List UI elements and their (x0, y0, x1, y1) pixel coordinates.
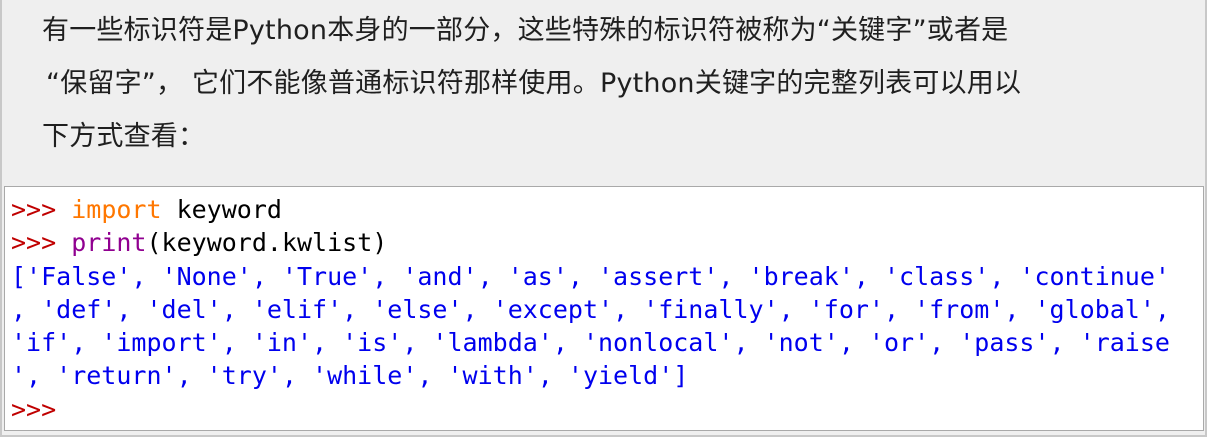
shell-output-line: 'if', 'import', 'in', 'is', 'lambda', 'n… (11, 328, 1170, 358)
shell-output-line: ['False', 'None', 'True', 'and', 'as', '… (11, 261, 1170, 291)
shell-output-line: ', 'return', 'try', 'while', 'with', 'yi… (11, 361, 689, 391)
shell-prompt: >>> (11, 228, 57, 258)
intro-line-2: “保留字”， 它们不能像普通标识符那样使用。Python关键字的完整列表可以用以 (46, 68, 1022, 99)
shell-prompt: >>> (11, 394, 57, 424)
intro-line-1: 有一些标识符是Python本身的一部分，这些特殊的标识符被称为“关键字”或者是 (42, 15, 1009, 46)
intro-paragraph: 有一些标识符是Python本身的一部分，这些特殊的标识符被称为“关键字”或者是 … (42, 4, 1192, 163)
python-shell-window[interactable]: >>> import keyword >>> print(keyword.kwl… (4, 186, 1204, 431)
document-page: 有一些标识符是Python本身的一部分，这些特殊的标识符被称为“关键字”或者是 … (0, 0, 1207, 437)
shell-prompt: >>> (11, 195, 57, 224)
shell-input-line-1: >>> import keyword (11, 193, 1203, 226)
import-keyword: import (71, 195, 162, 224)
shell-input-line-2: >>> print(keyword.kwlist) (11, 226, 1203, 259)
shell-output-line: , 'def', 'del', 'elif', 'else', 'except'… (11, 294, 1170, 324)
print-builtin: print (71, 228, 147, 258)
shell-current-prompt-line[interactable]: >>> (11, 393, 1203, 426)
import-target: keyword (161, 195, 282, 224)
intro-line-3: 下方式查看： (42, 121, 206, 152)
print-arguments: (keyword.kwlist) (146, 228, 388, 258)
